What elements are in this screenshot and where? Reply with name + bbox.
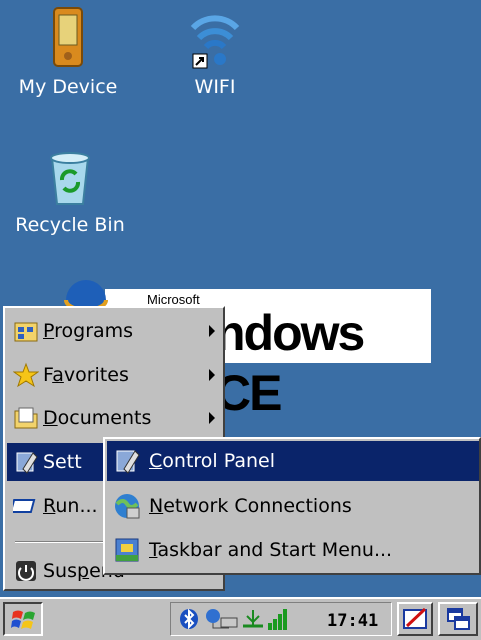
submenu-item-control-panel[interactable]: Control Panel	[107, 441, 479, 481]
control-panel-icon	[113, 447, 141, 475]
bluetooth-icon[interactable]	[179, 608, 199, 634]
recycle-bin-icon	[46, 150, 94, 208]
menu-item-label: Programs	[43, 320, 134, 342]
input-panel-icon	[403, 607, 429, 635]
pda-icon	[48, 6, 88, 70]
network-connections-icon	[113, 492, 141, 520]
submenu-item-taskbar-and-start-menu[interactable]: Taskbar and Start Menu...	[107, 530, 479, 570]
menu-item-documents[interactable]: Documents	[7, 399, 223, 437]
usb-icon[interactable]	[241, 608, 265, 634]
menu-item-favorites[interactable]: Favorites	[7, 356, 223, 394]
menu-item-label: Run...	[43, 495, 98, 517]
windows-ce-logo-text: ndows CE	[215, 305, 365, 421]
submenu-item-label: Network Connections	[149, 495, 352, 517]
submenu-arrow-icon	[209, 369, 215, 381]
menu-item-label: Favorites	[43, 364, 129, 386]
programs-folder-icon	[13, 318, 39, 344]
taskbar-icon	[113, 536, 141, 564]
signal-icon[interactable]	[267, 607, 289, 635]
run-icon	[9, 493, 39, 519]
submenu-item-label: Control Panel	[149, 450, 275, 472]
start-button[interactable]	[3, 602, 43, 636]
star-icon	[12, 362, 40, 388]
start-flag-icon	[11, 608, 37, 636]
menu-item-label: Sett	[43, 451, 82, 473]
settings-submenu: Control Panel Network Connections Taskba…	[103, 437, 481, 575]
wifi-icon	[187, 6, 243, 70]
desktop-icon-label: My Device	[18, 76, 118, 98]
desktop-icon-wifi[interactable]: WIFI	[175, 6, 255, 98]
microsoft-logo-text: Microsoft	[147, 292, 200, 307]
menu-item-programs[interactable]: Programs	[7, 312, 223, 350]
switch-windows-icon	[446, 607, 472, 635]
desktop-icon-label: Recycle Bin	[15, 214, 125, 236]
menu-item-label: Documents	[43, 407, 152, 429]
taskbar: 17:41	[0, 597, 481, 640]
settings-icon	[13, 449, 39, 475]
network-icon[interactable]	[205, 608, 239, 634]
submenu-item-label: Taskbar and Start Menu...	[149, 539, 393, 561]
switch-windows-button[interactable]	[438, 602, 478, 636]
suspend-icon	[13, 558, 39, 584]
clock[interactable]: 17:41	[327, 611, 378, 631]
submenu-arrow-icon	[209, 412, 215, 424]
desktop-icon-label: WIFI	[194, 76, 236, 98]
input-panel-button[interactable]	[397, 602, 433, 636]
desktop-icon-recycle-bin[interactable]: Recycle Bin	[10, 150, 130, 236]
submenu-arrow-icon	[209, 325, 215, 337]
system-tray: 17:41	[170, 602, 392, 636]
documents-folder-icon	[13, 405, 39, 431]
submenu-item-network-connections[interactable]: Network Connections	[107, 486, 479, 526]
desktop-icon-my-device[interactable]: My Device	[18, 6, 118, 98]
